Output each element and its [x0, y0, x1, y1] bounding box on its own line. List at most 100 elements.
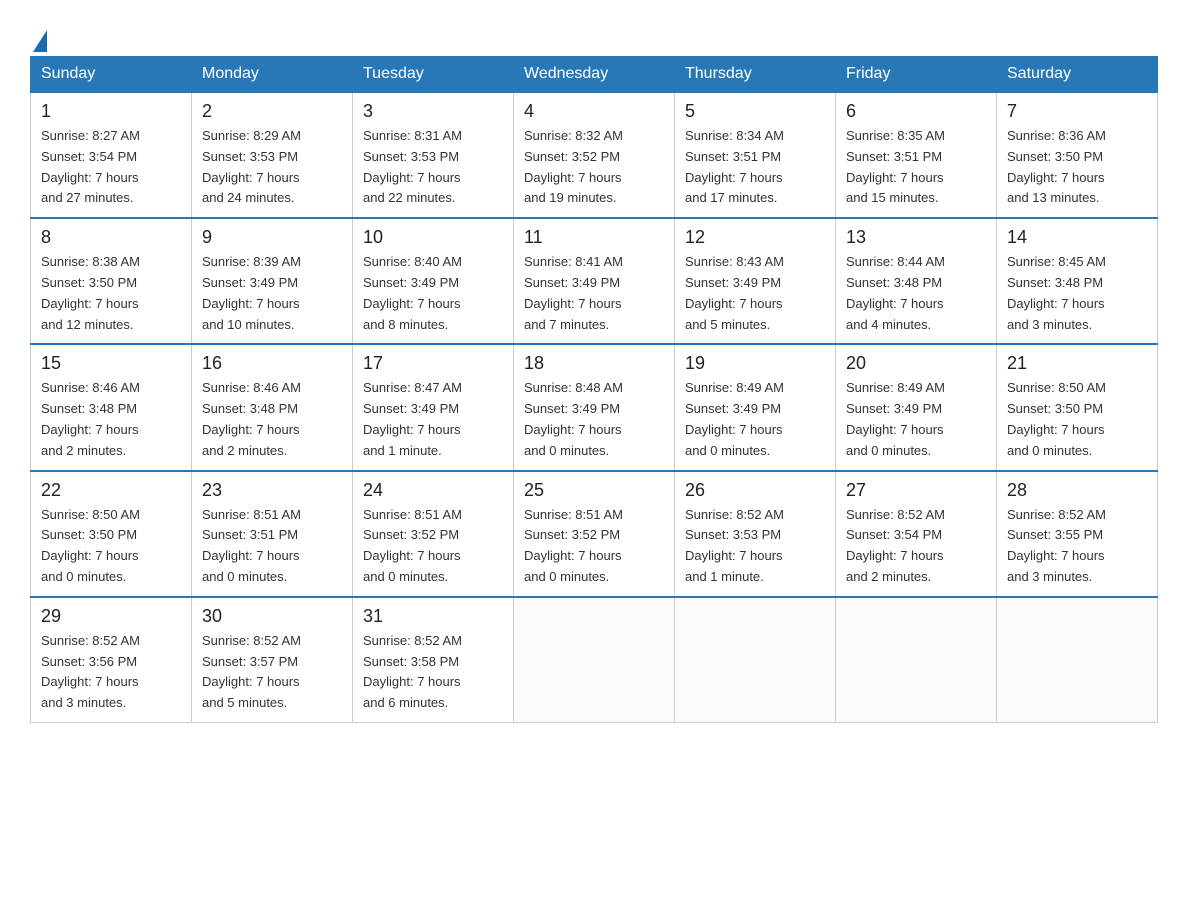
day-info: Sunrise: 8:52 AMSunset: 3:57 PMDaylight:… [202, 633, 301, 710]
calendar-day-cell: 8 Sunrise: 8:38 AMSunset: 3:50 PMDayligh… [31, 218, 192, 344]
calendar-week-row: 29 Sunrise: 8:52 AMSunset: 3:56 PMDaylig… [31, 597, 1158, 723]
day-of-week-header: Sunday [31, 57, 192, 93]
day-info: Sunrise: 8:43 AMSunset: 3:49 PMDaylight:… [685, 254, 784, 331]
logo-triangle-icon [33, 30, 47, 52]
calendar-day-cell: 9 Sunrise: 8:39 AMSunset: 3:49 PMDayligh… [192, 218, 353, 344]
calendar-table: SundayMondayTuesdayWednesdayThursdayFrid… [30, 56, 1158, 723]
day-number: 26 [685, 480, 825, 501]
calendar-day-cell: 28 Sunrise: 8:52 AMSunset: 3:55 PMDaylig… [997, 471, 1158, 597]
day-number: 1 [41, 101, 181, 122]
day-of-week-header: Thursday [675, 57, 836, 93]
calendar-day-cell: 31 Sunrise: 8:52 AMSunset: 3:58 PMDaylig… [353, 597, 514, 723]
calendar-day-cell: 11 Sunrise: 8:41 AMSunset: 3:49 PMDaylig… [514, 218, 675, 344]
day-info: Sunrise: 8:50 AMSunset: 3:50 PMDaylight:… [41, 507, 140, 584]
day-info: Sunrise: 8:50 AMSunset: 3:50 PMDaylight:… [1007, 380, 1106, 457]
day-number: 5 [685, 101, 825, 122]
calendar-day-cell: 16 Sunrise: 8:46 AMSunset: 3:48 PMDaylig… [192, 344, 353, 470]
day-number: 23 [202, 480, 342, 501]
day-number: 27 [846, 480, 986, 501]
calendar-day-cell: 23 Sunrise: 8:51 AMSunset: 3:51 PMDaylig… [192, 471, 353, 597]
day-number: 19 [685, 353, 825, 374]
calendar-day-cell: 17 Sunrise: 8:47 AMSunset: 3:49 PMDaylig… [353, 344, 514, 470]
calendar-day-cell: 6 Sunrise: 8:35 AMSunset: 3:51 PMDayligh… [836, 92, 997, 218]
day-info: Sunrise: 8:49 AMSunset: 3:49 PMDaylight:… [685, 380, 784, 457]
day-info: Sunrise: 8:45 AMSunset: 3:48 PMDaylight:… [1007, 254, 1106, 331]
day-number: 13 [846, 227, 986, 248]
day-info: Sunrise: 8:52 AMSunset: 3:53 PMDaylight:… [685, 507, 784, 584]
day-info: Sunrise: 8:29 AMSunset: 3:53 PMDaylight:… [202, 128, 301, 205]
day-number: 30 [202, 606, 342, 627]
calendar-day-cell: 1 Sunrise: 8:27 AMSunset: 3:54 PMDayligh… [31, 92, 192, 218]
calendar-day-cell: 7 Sunrise: 8:36 AMSunset: 3:50 PMDayligh… [997, 92, 1158, 218]
day-number: 15 [41, 353, 181, 374]
calendar-day-cell: 3 Sunrise: 8:31 AMSunset: 3:53 PMDayligh… [353, 92, 514, 218]
day-info: Sunrise: 8:51 AMSunset: 3:52 PMDaylight:… [524, 507, 623, 584]
day-info: Sunrise: 8:31 AMSunset: 3:53 PMDaylight:… [363, 128, 462, 205]
day-number: 18 [524, 353, 664, 374]
day-number: 2 [202, 101, 342, 122]
day-info: Sunrise: 8:35 AMSunset: 3:51 PMDaylight:… [846, 128, 945, 205]
day-info: Sunrise: 8:52 AMSunset: 3:54 PMDaylight:… [846, 507, 945, 584]
calendar-week-row: 1 Sunrise: 8:27 AMSunset: 3:54 PMDayligh… [31, 92, 1158, 218]
calendar-day-cell: 4 Sunrise: 8:32 AMSunset: 3:52 PMDayligh… [514, 92, 675, 218]
calendar-day-cell: 20 Sunrise: 8:49 AMSunset: 3:49 PMDaylig… [836, 344, 997, 470]
day-info: Sunrise: 8:52 AMSunset: 3:58 PMDaylight:… [363, 633, 462, 710]
day-info: Sunrise: 8:52 AMSunset: 3:55 PMDaylight:… [1007, 507, 1106, 584]
day-of-week-header: Friday [836, 57, 997, 93]
day-number: 4 [524, 101, 664, 122]
day-info: Sunrise: 8:41 AMSunset: 3:49 PMDaylight:… [524, 254, 623, 331]
calendar-day-cell: 29 Sunrise: 8:52 AMSunset: 3:56 PMDaylig… [31, 597, 192, 723]
day-number: 25 [524, 480, 664, 501]
day-info: Sunrise: 8:39 AMSunset: 3:49 PMDaylight:… [202, 254, 301, 331]
day-info: Sunrise: 8:44 AMSunset: 3:48 PMDaylight:… [846, 254, 945, 331]
calendar-day-cell: 26 Sunrise: 8:52 AMSunset: 3:53 PMDaylig… [675, 471, 836, 597]
day-of-week-header: Monday [192, 57, 353, 93]
calendar-day-cell: 30 Sunrise: 8:52 AMSunset: 3:57 PMDaylig… [192, 597, 353, 723]
day-info: Sunrise: 8:40 AMSunset: 3:49 PMDaylight:… [363, 254, 462, 331]
day-of-week-header: Saturday [997, 57, 1158, 93]
days-of-week-row: SundayMondayTuesdayWednesdayThursdayFrid… [31, 57, 1158, 93]
calendar-week-row: 8 Sunrise: 8:38 AMSunset: 3:50 PMDayligh… [31, 218, 1158, 344]
calendar-day-cell: 2 Sunrise: 8:29 AMSunset: 3:53 PMDayligh… [192, 92, 353, 218]
day-number: 20 [846, 353, 986, 374]
day-info: Sunrise: 8:48 AMSunset: 3:49 PMDaylight:… [524, 380, 623, 457]
day-number: 14 [1007, 227, 1147, 248]
day-info: Sunrise: 8:52 AMSunset: 3:56 PMDaylight:… [41, 633, 140, 710]
calendar-day-cell: 10 Sunrise: 8:40 AMSunset: 3:49 PMDaylig… [353, 218, 514, 344]
day-number: 3 [363, 101, 503, 122]
calendar-day-cell [997, 597, 1158, 723]
day-number: 17 [363, 353, 503, 374]
calendar-day-cell: 5 Sunrise: 8:34 AMSunset: 3:51 PMDayligh… [675, 92, 836, 218]
day-number: 16 [202, 353, 342, 374]
calendar-day-cell [514, 597, 675, 723]
calendar-day-cell: 12 Sunrise: 8:43 AMSunset: 3:49 PMDaylig… [675, 218, 836, 344]
day-number: 24 [363, 480, 503, 501]
day-info: Sunrise: 8:27 AMSunset: 3:54 PMDaylight:… [41, 128, 140, 205]
day-number: 22 [41, 480, 181, 501]
calendar-day-cell [675, 597, 836, 723]
calendar-day-cell: 22 Sunrise: 8:50 AMSunset: 3:50 PMDaylig… [31, 471, 192, 597]
page-header [30, 20, 1158, 46]
day-number: 9 [202, 227, 342, 248]
day-info: Sunrise: 8:32 AMSunset: 3:52 PMDaylight:… [524, 128, 623, 205]
calendar-day-cell [836, 597, 997, 723]
day-info: Sunrise: 8:34 AMSunset: 3:51 PMDaylight:… [685, 128, 784, 205]
calendar-day-cell: 19 Sunrise: 8:49 AMSunset: 3:49 PMDaylig… [675, 344, 836, 470]
calendar-header: SundayMondayTuesdayWednesdayThursdayFrid… [31, 57, 1158, 93]
day-number: 29 [41, 606, 181, 627]
day-info: Sunrise: 8:36 AMSunset: 3:50 PMDaylight:… [1007, 128, 1106, 205]
day-number: 10 [363, 227, 503, 248]
day-number: 11 [524, 227, 664, 248]
calendar-body: 1 Sunrise: 8:27 AMSunset: 3:54 PMDayligh… [31, 92, 1158, 722]
calendar-day-cell: 21 Sunrise: 8:50 AMSunset: 3:50 PMDaylig… [997, 344, 1158, 470]
day-info: Sunrise: 8:51 AMSunset: 3:52 PMDaylight:… [363, 507, 462, 584]
day-number: 21 [1007, 353, 1147, 374]
calendar-day-cell: 14 Sunrise: 8:45 AMSunset: 3:48 PMDaylig… [997, 218, 1158, 344]
calendar-day-cell: 24 Sunrise: 8:51 AMSunset: 3:52 PMDaylig… [353, 471, 514, 597]
day-info: Sunrise: 8:46 AMSunset: 3:48 PMDaylight:… [41, 380, 140, 457]
calendar-day-cell: 13 Sunrise: 8:44 AMSunset: 3:48 PMDaylig… [836, 218, 997, 344]
day-number: 28 [1007, 480, 1147, 501]
day-of-week-header: Tuesday [353, 57, 514, 93]
day-info: Sunrise: 8:49 AMSunset: 3:49 PMDaylight:… [846, 380, 945, 457]
calendar-week-row: 22 Sunrise: 8:50 AMSunset: 3:50 PMDaylig… [31, 471, 1158, 597]
